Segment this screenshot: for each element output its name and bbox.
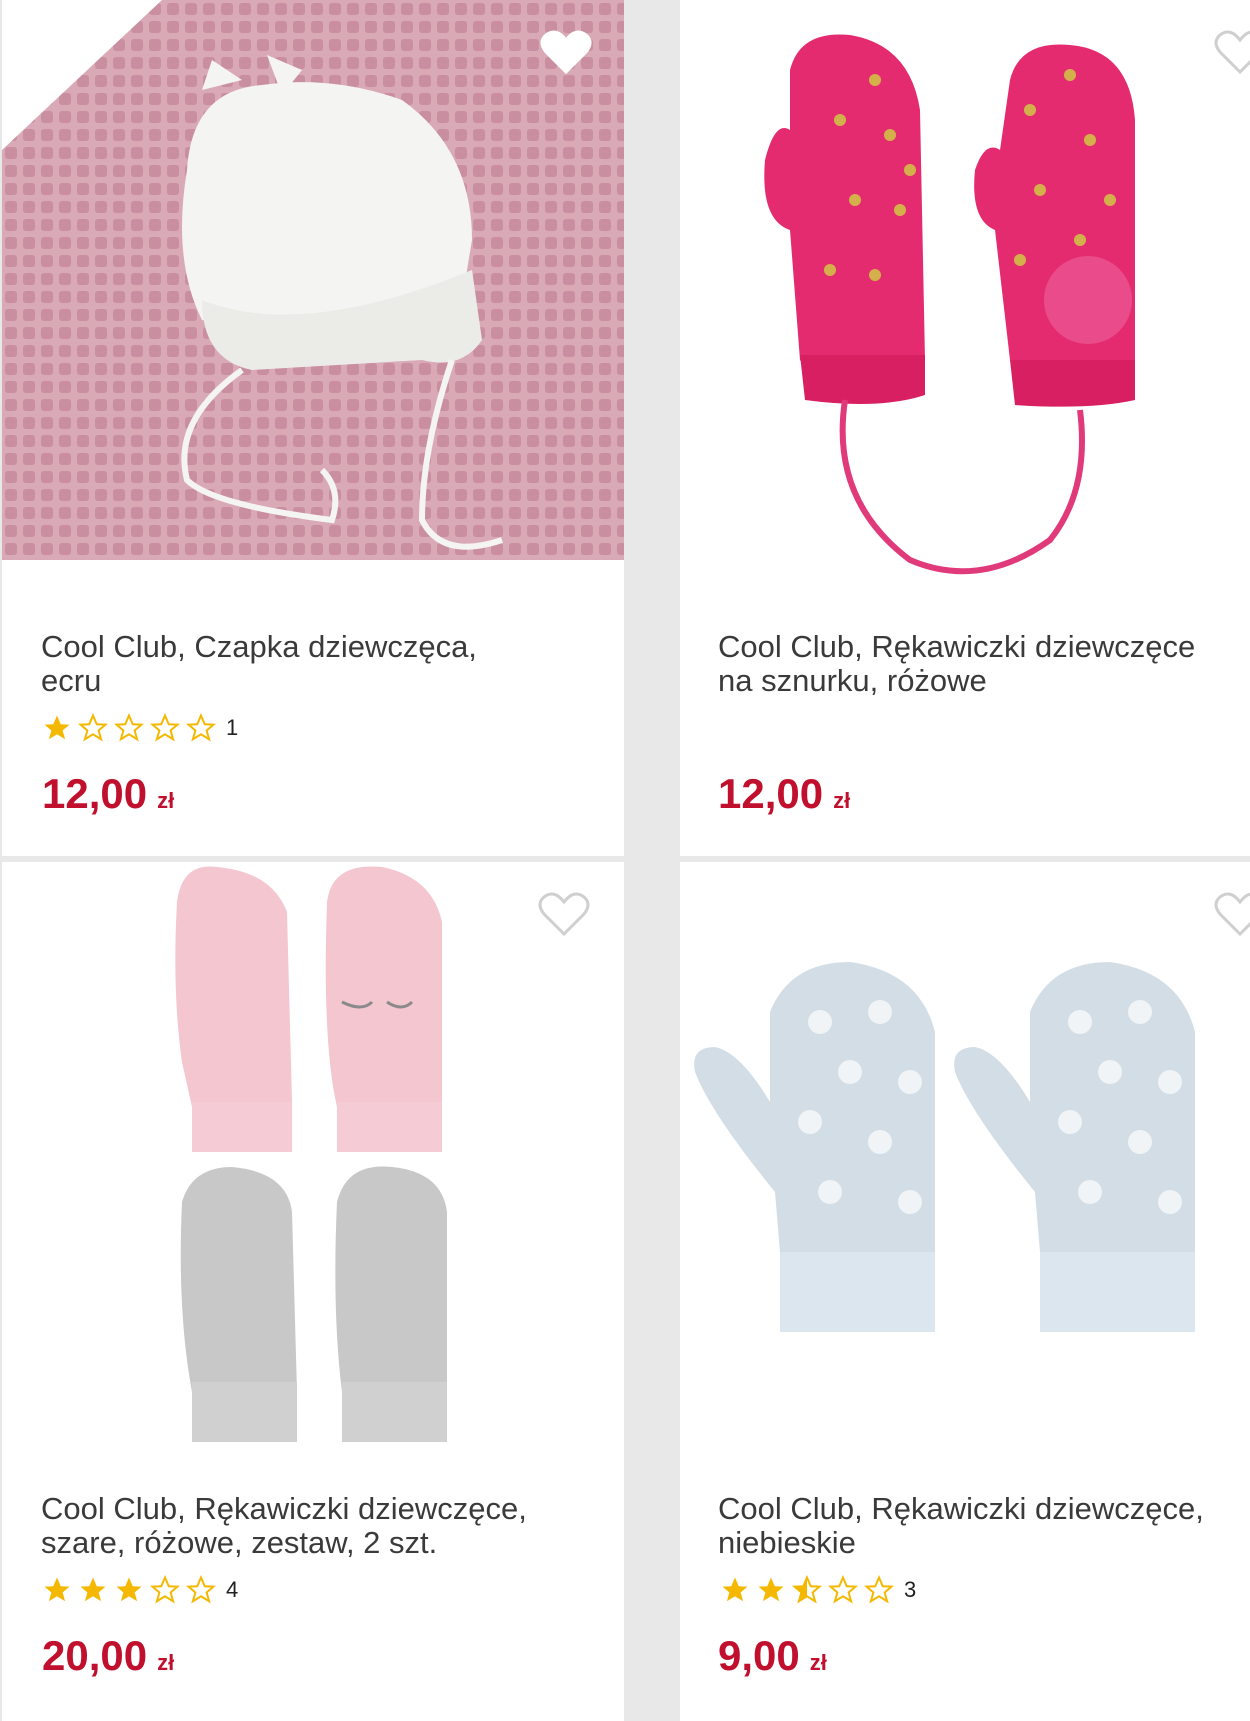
product-title[interactable]: Cool Club, Rękawiczki dziewczęce, szare,… xyxy=(41,1492,614,1560)
star-empty-icon xyxy=(78,713,108,742)
product-title[interactable]: Cool Club, Rękawiczki dziewczęce na sznu… xyxy=(718,630,1240,698)
star-filled-icon xyxy=(44,1577,70,1602)
star-filled-icon xyxy=(116,1577,142,1602)
star-empty-icon xyxy=(186,1575,216,1604)
rating-count: 3 xyxy=(904,1577,917,1602)
star-filled-icon xyxy=(758,1577,784,1602)
product-price: 12,00 zł xyxy=(718,770,850,825)
heart-outline-icon[interactable] xyxy=(536,890,592,940)
star-empty-icon xyxy=(114,713,144,742)
product-rating: 4 xyxy=(42,1574,238,1606)
price-currency: zł xyxy=(833,788,851,813)
rating-count: 1 xyxy=(226,715,239,740)
price-currency: zł xyxy=(157,1650,175,1675)
price-currency: zł xyxy=(157,788,175,813)
star-empty-icon xyxy=(150,713,180,742)
product-image-blue-mittens[interactable] xyxy=(680,862,1250,1462)
product-rating: 1 xyxy=(42,712,238,744)
product-card[interactable]: Cool Club, Rękawiczki dziewczęce na sznu… xyxy=(680,0,1250,856)
product-title[interactable]: Cool Club, Rękawiczki dziewczęce, niebie… xyxy=(718,1492,1240,1560)
product-grid: Cool Club, Czapka dziewczęca, ecru 1 12,… xyxy=(0,0,1250,1721)
star-empty-icon xyxy=(864,1575,894,1604)
price-amount: 9,00 xyxy=(718,1632,800,1679)
price-amount: 20,00 xyxy=(42,1632,148,1679)
product-title[interactable]: Cool Club, Czapka dziewczęca, ecru xyxy=(41,630,614,698)
star-filled-icon xyxy=(722,1577,748,1602)
star-filled-icon xyxy=(80,1577,106,1602)
product-image-grey-pink-mittens-set[interactable] xyxy=(2,862,624,1462)
price-currency: zł xyxy=(809,1650,827,1675)
product-card[interactable]: Cool Club, Czapka dziewczęca, ecru 1 12,… xyxy=(2,0,624,856)
product-rating: 3 xyxy=(720,1574,916,1606)
product-price: 20,00 zł xyxy=(42,1632,174,1687)
product-card[interactable]: Cool Club, Rękawiczki dziewczęce, niebie… xyxy=(680,862,1250,1721)
price-amount: 12,00 xyxy=(42,770,148,817)
product-price: 12,00 zł xyxy=(42,770,174,825)
star-empty-icon xyxy=(150,1575,180,1604)
star-filled-icon xyxy=(44,715,70,740)
product-price: 9,00 zł xyxy=(718,1632,827,1687)
product-card[interactable]: Cool Club, Rękawiczki dziewczęce, szare,… xyxy=(2,862,624,1721)
product-image-hat[interactable] xyxy=(2,0,624,620)
rating-count: 4 xyxy=(226,1577,239,1602)
star-empty-icon xyxy=(828,1575,858,1604)
heart-outline-icon[interactable] xyxy=(1212,28,1250,78)
price-amount: 12,00 xyxy=(718,770,824,817)
star-half-icon xyxy=(792,1575,822,1604)
heart-outline-icon[interactable] xyxy=(538,28,594,78)
product-image-pink-mittens[interactable] xyxy=(680,0,1250,620)
heart-outline-icon[interactable] xyxy=(1212,890,1250,940)
star-empty-icon xyxy=(186,713,216,742)
